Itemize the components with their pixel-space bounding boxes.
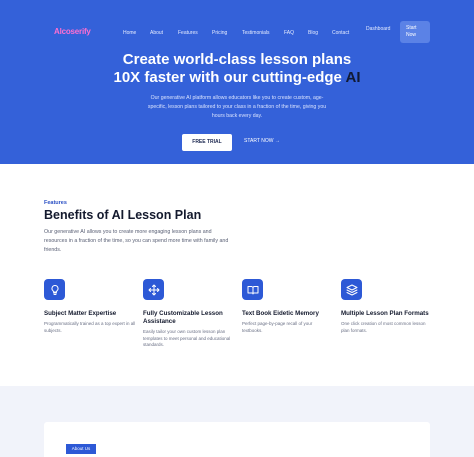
- feature-card-expertise: Subject Matter Expertise Programmaticall…: [44, 279, 136, 334]
- features-kicker: Features: [44, 200, 67, 206]
- nav-about[interactable]: About: [150, 30, 163, 36]
- feature-card-memory: Text Book Eidetic Memory Perfect page-by…: [242, 279, 334, 334]
- about-card: [44, 422, 430, 457]
- lightbulb-icon: [44, 279, 65, 300]
- features-title: Benefits of AI Lesson Plan: [44, 208, 202, 222]
- start-now-line2: Now: [406, 32, 417, 38]
- book-icon: [242, 279, 263, 300]
- hero-title-line2-text: 10X faster with our cutting-edge: [113, 69, 342, 86]
- feature-card-title: Fully Customizable Lesson Assistance: [143, 310, 223, 325]
- feature-card-desc: Programmatically trained as a top expert…: [44, 321, 136, 333]
- hero-title-ai: AI: [345, 69, 361, 86]
- hero-title-line1: Create world-class lesson plans: [122, 51, 352, 68]
- nav-features[interactable]: Features: [178, 30, 198, 36]
- feature-card-title: Subject Matter Expertise: [44, 310, 117, 317]
- feature-card-title: Text Book Eidetic Memory: [242, 310, 319, 317]
- feature-card-desc: Easily tailor your own custom lesson pla…: [143, 329, 231, 348]
- nav-faq[interactable]: FAQ: [284, 30, 294, 36]
- feature-card-title: Multiple Lesson Plan Formats: [341, 310, 429, 317]
- feature-card-desc: Perfect page-by-page recall of your text…: [242, 321, 313, 333]
- hero-section: Alcoserify Home About Features Pricing T…: [0, 0, 474, 164]
- feature-card-formats: Multiple Lesson Plan Formats One click c…: [341, 279, 433, 334]
- start-now-button[interactable]: START NOW →: [244, 138, 280, 144]
- nav-contact[interactable]: Contact: [332, 30, 349, 36]
- hero-title-line2: 10X faster with our cutting-edge AI: [0, 69, 474, 87]
- top-nav: Alcoserify Home About Features Pricing T…: [0, 0, 474, 46]
- move-icon: [143, 279, 164, 300]
- nav-dashboard[interactable]: Dashboard: [366, 26, 390, 32]
- layers-icon: [341, 279, 362, 300]
- nav-testimonials[interactable]: Testimonials: [242, 30, 270, 36]
- free-trial-button[interactable]: FREE TRIAL: [182, 134, 232, 151]
- features-description: Our generative AI allows you to create m…: [44, 229, 229, 253]
- nav-blog[interactable]: Blog: [308, 30, 318, 36]
- feature-card-desc: One click creation of most common lesson…: [341, 321, 426, 333]
- start-now-nav-button[interactable]: Start Now: [400, 21, 430, 43]
- about-us-badge: About Us: [66, 444, 96, 454]
- nav-home[interactable]: Home: [123, 30, 136, 36]
- nav-pricing[interactable]: Pricing: [212, 30, 227, 36]
- feature-card-customizable: Fully Customizable Lesson Assistance Eas…: [143, 279, 235, 349]
- start-now-line1: Start: [406, 25, 417, 31]
- hero-title: Create world-class lesson plans 10X fast…: [0, 51, 474, 87]
- hero-subtitle: Our generative AI platform allows educat…: [147, 95, 327, 119]
- logo[interactable]: Alcoserify: [54, 27, 91, 36]
